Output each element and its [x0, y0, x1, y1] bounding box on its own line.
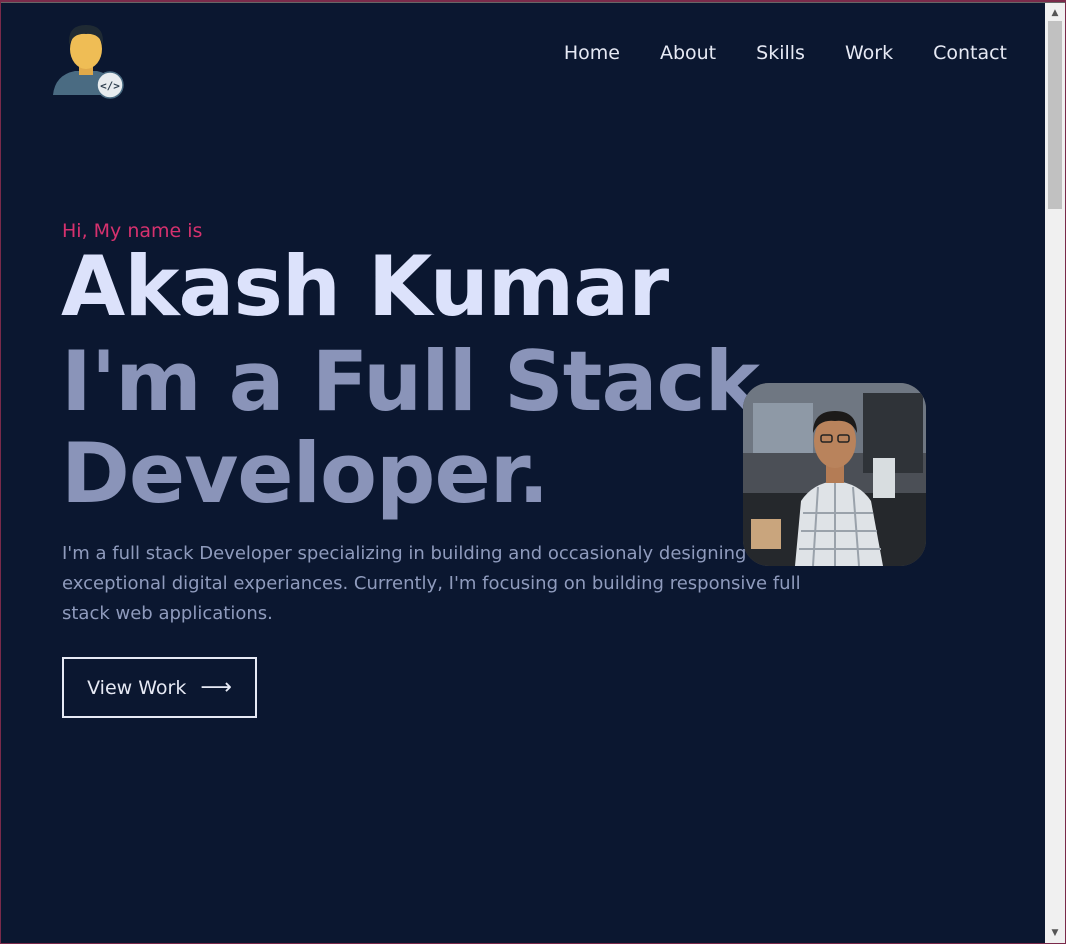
nav-home[interactable]: Home — [564, 42, 620, 64]
arrow-right-icon: ⟶ — [200, 675, 232, 700]
hero-name: Akash Kumar — [61, 238, 669, 335]
nav-contact[interactable]: Contact — [933, 42, 1007, 64]
nav-about[interactable]: About — [660, 42, 716, 64]
hero-intro: I'm a full stack Developer specializing … — [62, 543, 801, 624]
browser-viewport: </> Home About Skills Work Contact Hi, M… — [1, 2, 1065, 943]
main-nav: Home About Skills Work Contact — [564, 42, 1007, 64]
nav-work[interactable]: Work — [845, 42, 893, 64]
view-work-label: View Work — [87, 676, 187, 699]
scroll-down-arrow-icon[interactable]: ▼ — [1045, 925, 1065, 941]
scrollbar-thumb[interactable] — [1048, 21, 1062, 209]
view-work-button[interactable]: View Work ⟶ — [62, 657, 257, 718]
portfolio-page: </> Home About Skills Work Contact Hi, M… — [1, 3, 1045, 943]
svg-text:</>: </> — [100, 80, 120, 93]
developer-avatar-logo-icon[interactable]: </> — [49, 19, 127, 103]
hero-role: I'm a Full Stack Developer. — [61, 333, 760, 522]
page-scrollbar[interactable]: ▲ ▼ — [1045, 3, 1065, 943]
scroll-up-arrow-icon[interactable]: ▲ — [1045, 5, 1065, 21]
nav-skills[interactable]: Skills — [756, 42, 805, 64]
